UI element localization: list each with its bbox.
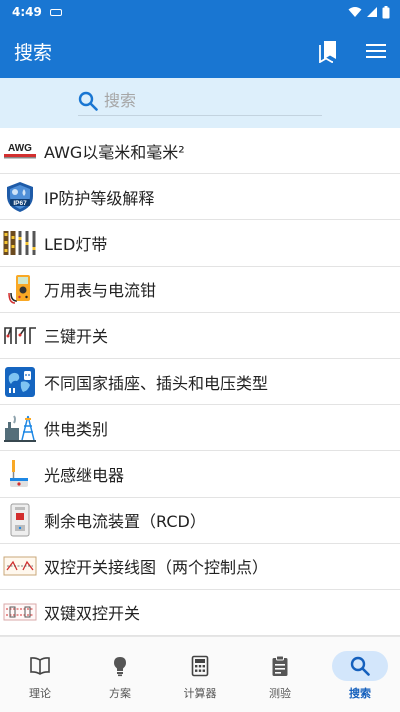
search-area	[0, 78, 400, 128]
awg-icon: AWG	[0, 128, 40, 174]
list-item-label: IP防护等级解释	[44, 188, 155, 208]
ip-rating-icon: IP67	[0, 174, 40, 220]
topic-list: AWG AWG以毫米和毫米² IP67 IP防护等级解释 LED灯带 万用表与电…	[0, 128, 400, 636]
list-item-rcd[interactable]: 剩余电流装置（RCD）	[0, 498, 400, 544]
nav-label: 方案	[109, 687, 131, 700]
search-box	[78, 86, 322, 116]
nav-label: 计算器	[183, 687, 217, 700]
bulb-icon	[92, 651, 148, 681]
multimeter-icon	[0, 266, 40, 312]
ip-badge-text: IP67	[13, 200, 27, 207]
list-item-double-two-way-switch[interactable]: 双键双控开关	[0, 590, 400, 636]
nav-label: 理论	[29, 687, 51, 700]
list-item-three-way-switch[interactable]: 三键开关	[0, 313, 400, 359]
menu-icon	[366, 44, 386, 58]
socket-world-icon	[0, 359, 40, 405]
menu-button[interactable]	[364, 39, 388, 63]
list-item-two-way-switch[interactable]: 双控开关接线图（两个控制点）	[0, 544, 400, 590]
bookmarks-button[interactable]	[316, 39, 340, 63]
list-item-label: AWG以毫米和毫米²	[44, 142, 185, 162]
list-item-ip-rating[interactable]: IP67 IP防护等级解释	[0, 174, 400, 221]
list-item-label: 光感继电器	[44, 465, 125, 485]
status-time: 4:49	[12, 5, 42, 19]
list-item-power-supply[interactable]: 供电类别	[0, 405, 400, 452]
book-icon	[12, 651, 68, 681]
nav-search[interactable]: 搜索	[320, 637, 400, 712]
list-item-multimeter[interactable]: 万用表与电流钳	[0, 267, 400, 313]
nav-schemes[interactable]: 方案	[80, 637, 160, 712]
photo-relay-icon	[0, 451, 40, 497]
two-way-switch-icon	[0, 543, 40, 589]
page-title: 搜索	[14, 41, 53, 64]
rcd-icon	[0, 497, 40, 543]
nav-calculator[interactable]: 计算器	[160, 637, 240, 712]
list-item-led-strip[interactable]: LED灯带	[0, 220, 400, 267]
search-icon	[332, 651, 388, 681]
list-item-label: 剩余电流装置（RCD）	[44, 512, 206, 532]
list-item-label: 供电类别	[44, 419, 109, 439]
led-strip-icon	[0, 220, 40, 266]
list-item-label: 双键双控开关	[44, 604, 141, 624]
screen: 4:49 搜索 搜索 AWG AWG以毫米和毫米² IP67 IP防护等级解释 …	[0, 0, 400, 712]
search-input[interactable]	[104, 91, 304, 110]
list-item-label: 双控开关接线图（两个控制点）	[44, 558, 269, 578]
bottom-navigation: 理论 方案 计算器 测验 搜索	[0, 636, 400, 712]
search-icon	[78, 91, 98, 111]
app-bar-actions	[316, 39, 388, 63]
list-item-label: LED灯带	[44, 234, 108, 254]
double-two-way-switch-icon	[0, 589, 40, 635]
list-item-label: 不同国家插座、插头和电压类型	[44, 373, 269, 393]
nav-quiz[interactable]: 测验	[240, 637, 320, 712]
nav-label: 搜索	[349, 687, 371, 700]
signal-icon	[367, 7, 377, 17]
list-item-awg[interactable]: AWG AWG以毫米和毫米²	[0, 128, 400, 175]
list-item-label: 万用表与电流钳	[44, 281, 157, 301]
bookmarks-icon	[319, 41, 336, 63]
sim-icon	[49, 8, 62, 16]
awg-badge-text: AWG	[8, 143, 32, 154]
nav-label: 测验	[269, 687, 291, 700]
wifi-icon	[348, 7, 362, 17]
nav-theory[interactable]: 理论	[0, 637, 80, 712]
status-bar: 4:49	[0, 0, 400, 24]
three-way-switch-icon	[0, 312, 40, 358]
power-supply-icon	[0, 405, 40, 451]
list-item-world-sockets[interactable]: 不同国家插座、插头和电压类型	[0, 359, 400, 406]
calculator-icon	[172, 651, 228, 681]
battery-icon	[382, 5, 390, 18]
app-bar: 搜索	[0, 24, 400, 78]
list-item-photo-relay[interactable]: 光感继电器	[0, 451, 400, 498]
status-icons	[348, 5, 390, 19]
list-item-label: 三键开关	[44, 327, 109, 347]
quiz-icon	[252, 651, 308, 681]
